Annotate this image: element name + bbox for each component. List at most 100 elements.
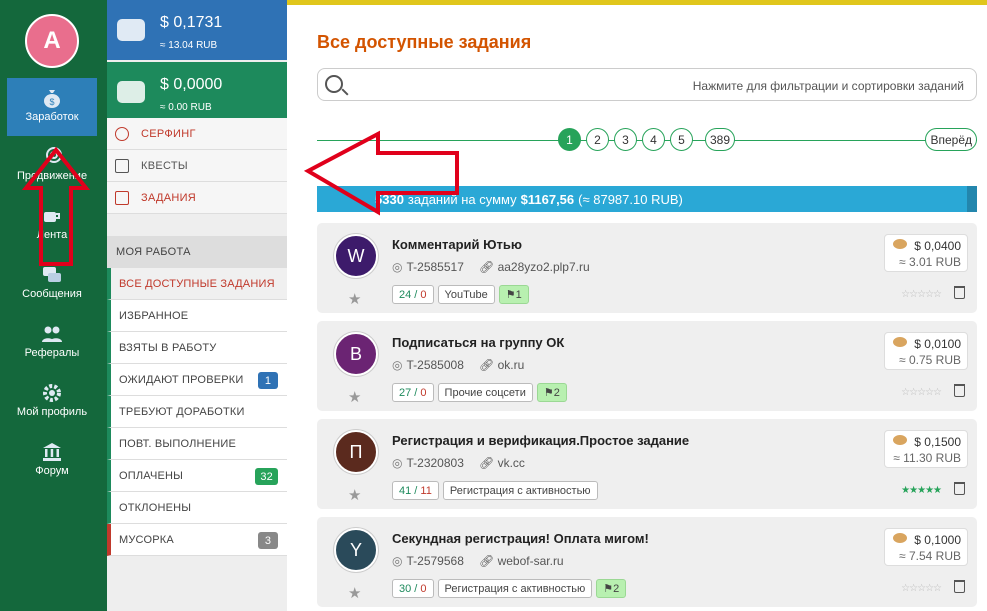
task-tags: 30 / 0 Регистрация с активностью ⚑ 2 bbox=[392, 579, 627, 598]
page-button[interactable]: 3 bbox=[614, 128, 637, 151]
menu-item-quests[interactable]: КВЕСТЫ bbox=[107, 150, 287, 182]
menu-label: ЗАДАНИЯ bbox=[141, 191, 197, 204]
task-category: Регистрация с активностью bbox=[437, 579, 593, 598]
summary-text: заданий на сумму bbox=[407, 191, 517, 207]
pagination: 1 2 3 4 5 389 Вперёд bbox=[317, 128, 977, 152]
task-link[interactable]: 🔗︎ vk.cc bbox=[479, 456, 525, 470]
price-rub: ≈ 11.30 RUB bbox=[893, 451, 961, 465]
page-button-current[interactable]: 1 bbox=[558, 128, 581, 151]
menu-item-tasks[interactable]: ЗАДАНИЯ bbox=[107, 182, 287, 214]
wallet-usd: $ 0,0000 bbox=[160, 76, 223, 93]
task-avatar: П bbox=[334, 430, 378, 474]
trash-icon[interactable] bbox=[954, 286, 965, 299]
rail-item-messages[interactable]: Сообщения bbox=[7, 255, 97, 313]
task-category: YouTube bbox=[437, 285, 495, 304]
search-icon bbox=[325, 75, 343, 93]
menu-item-paid[interactable]: ОПЛАЧЕНЫ 32 bbox=[107, 460, 287, 492]
rail-item-profile[interactable]: Мой профиль bbox=[7, 373, 97, 431]
wallet-main[interactable]: $ 0,1731 ≈ 13.04 RUB bbox=[107, 0, 287, 60]
task-tags: 27 / 0 Прочие соцсети ⚑ 2 bbox=[392, 383, 567, 402]
menu-label: ПОВТ. ВЫПОЛНЕНИЕ bbox=[119, 437, 236, 450]
favorite-star-icon[interactable]: ★ bbox=[348, 584, 361, 602]
task-link[interactable]: 🔗︎ webof-sar.ru bbox=[479, 554, 564, 568]
page-button[interactable]: 2 bbox=[586, 128, 609, 151]
task-title[interactable]: Подписаться на группу ОК bbox=[392, 335, 564, 350]
task-title[interactable]: Секундная регистрация! Оплата мигом! bbox=[392, 531, 649, 546]
rail-item-feed[interactable]: Лента bbox=[7, 196, 97, 254]
task-link[interactable]: 🔗︎ ok.ru bbox=[479, 358, 524, 372]
page-title: Все доступные задания bbox=[317, 32, 532, 52]
favorite-star-icon[interactable]: ★ bbox=[348, 388, 361, 406]
task-rating: ☆☆☆☆☆ bbox=[901, 583, 942, 594]
task-rating: ☆☆☆☆☆ bbox=[901, 387, 942, 398]
trash-icon[interactable] bbox=[954, 482, 965, 495]
wallet-usd: $ 0,1731 bbox=[160, 14, 223, 31]
task-link-text: vk.cc bbox=[497, 456, 525, 470]
price-rub: ≈ 7.54 RUB bbox=[899, 549, 961, 563]
favorite-star-icon[interactable]: ★ bbox=[348, 486, 361, 504]
price-rub: ≈ 3.01 RUB bbox=[899, 255, 961, 269]
users-icon bbox=[42, 326, 62, 342]
rail-item-forum[interactable]: Форум bbox=[7, 432, 97, 490]
menu-item-surfing[interactable]: СЕРФИНГ bbox=[107, 118, 287, 150]
task-card[interactable]: П ★ Регистрация и верификация.Простое за… bbox=[317, 419, 977, 509]
menu-item-in-progress[interactable]: ВЗЯТЫ В РАБОТУ bbox=[107, 332, 287, 364]
menu-label: КВЕСТЫ bbox=[141, 159, 188, 172]
task-title[interactable]: Комментарий Ютью bbox=[392, 237, 522, 252]
cash-icon bbox=[117, 81, 145, 103]
earn-menu: СЕРФИНГ КВЕСТЫ ЗАДАНИЯ bbox=[107, 118, 287, 214]
menu-label: МУСОРКА bbox=[119, 533, 174, 546]
coin-icon bbox=[893, 533, 907, 543]
next-page-button[interactable]: Вперёд bbox=[925, 128, 977, 151]
menu-item-trash[interactable]: МУСОРКА 3 bbox=[107, 524, 287, 556]
bank-icon bbox=[43, 443, 61, 461]
task-title[interactable]: Регистрация и верификация.Простое задани… bbox=[392, 433, 689, 448]
trash-icon[interactable] bbox=[954, 580, 965, 593]
task-done: 24 bbox=[399, 288, 412, 301]
task-category: Регистрация с активностью bbox=[442, 481, 598, 500]
rail-item-promotion[interactable]: Продвижение bbox=[7, 137, 97, 195]
task-card[interactable]: B ★ Подписаться на группу ОК ◎ T-2585008 … bbox=[317, 321, 977, 411]
menu-item-favorites[interactable]: ИЗБРАННОЕ bbox=[107, 300, 287, 332]
filter-placeholder: Нажмите для фильтрации и сортировки зада… bbox=[692, 79, 964, 93]
avatar-letter: A bbox=[43, 27, 61, 54]
rail-item-referrals[interactable]: Рефералы bbox=[7, 314, 97, 372]
task-id: ◎ T-2585008 bbox=[392, 358, 464, 372]
link-icon: 🔗︎ bbox=[479, 260, 498, 274]
menu-item-repeat[interactable]: ПОВТ. ВЫПОЛНЕНИЕ bbox=[107, 428, 287, 460]
avatar[interactable]: A bbox=[25, 14, 79, 68]
menu-label: ОЖИДАЮТ ПРОВЕРКИ bbox=[119, 373, 244, 386]
price-rub: ≈ 0.75 RUB bbox=[899, 353, 961, 367]
task-rejected: 0 bbox=[420, 386, 427, 399]
task-card[interactable]: Y ★ Секундная регистрация! Оплата мигом!… bbox=[317, 517, 977, 607]
task-flag: ⚑ 2 bbox=[596, 579, 627, 598]
trash-icon[interactable] bbox=[954, 384, 965, 397]
page-button[interactable]: 5 bbox=[670, 128, 693, 151]
wallet-icon bbox=[117, 19, 145, 41]
favorite-star-icon[interactable]: ★ bbox=[348, 290, 361, 308]
task-link[interactable]: 🔗︎ aa28yzo2.plp7.ru bbox=[479, 260, 590, 274]
task-id-text: T-2579568 bbox=[406, 554, 464, 568]
task-rejected: 0 bbox=[420, 288, 427, 301]
menu-item-rejected[interactable]: ОТКЛОНЕНЫ bbox=[107, 492, 287, 524]
task-flag-count: 1 bbox=[515, 288, 522, 301]
menu-item-needs-rework[interactable]: ТРЕБУЮТ ДОРАБОТКИ bbox=[107, 396, 287, 428]
page-button-last[interactable]: 389 bbox=[705, 128, 736, 151]
rail-item-earnings[interactable]: $ Заработок bbox=[7, 78, 97, 136]
wallet-ads[interactable]: $ 0,0000 ≈ 0.00 RUB bbox=[107, 62, 287, 122]
link-icon: 🔗︎ bbox=[479, 456, 498, 470]
task-rejected: 0 bbox=[420, 582, 427, 595]
menu-item-all-tasks[interactable]: ВСЕ ДОСТУПНЫЕ ЗАДАНИЯ bbox=[107, 268, 287, 300]
task-avatar: B bbox=[334, 332, 378, 376]
eye-icon: ◎ bbox=[392, 554, 403, 568]
filter-search-bar[interactable]: Нажмите для фильтрации и сортировки зада… bbox=[317, 68, 977, 101]
task-link-text: aa28yzo2.plp7.ru bbox=[497, 260, 590, 274]
count-badge: 32 bbox=[255, 468, 278, 485]
task-flag-count: 2 bbox=[553, 386, 560, 399]
section-title-my-work: МОЯ РАБОТА bbox=[107, 236, 287, 268]
menu-item-awaiting-review[interactable]: ОЖИДАЮТ ПРОВЕРКИ 1 bbox=[107, 364, 287, 396]
task-id: ◎ T-2579568 bbox=[392, 554, 464, 568]
flag-icon: ⚑ bbox=[543, 387, 554, 399]
page-button[interactable]: 4 bbox=[642, 128, 665, 151]
task-card[interactable]: W ★ Комментарий Ютью ◎ T-2585517 🔗︎ aa28y… bbox=[317, 223, 977, 313]
